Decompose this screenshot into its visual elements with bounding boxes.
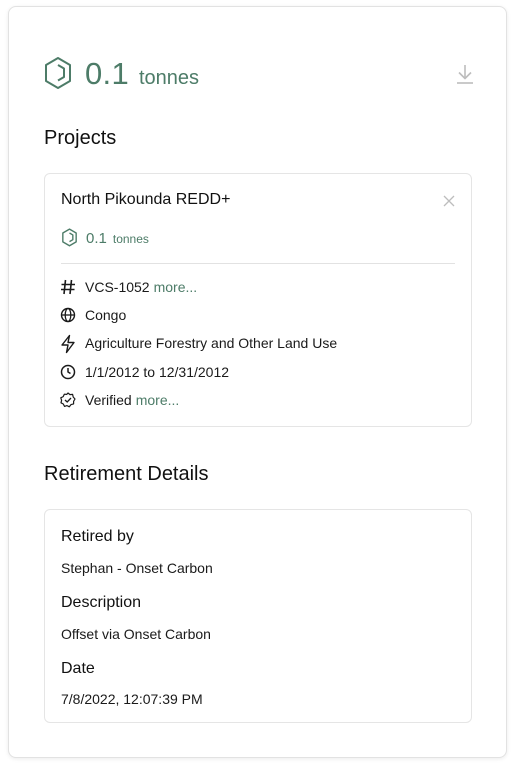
description-label: Description (61, 594, 142, 611)
date-label: Date (61, 660, 95, 677)
project-name: North Pikounda REDD+ (61, 191, 231, 208)
project-status-more-link[interactable]: more... (136, 392, 180, 408)
project-category: Agriculture Forestry and Other Land Use (85, 335, 338, 351)
project-id-more-link[interactable]: more... (154, 279, 198, 295)
verified-badge-icon (59, 391, 77, 409)
divider (61, 263, 455, 264)
project-amount-unit: tonnes (112, 232, 149, 246)
lightning-icon (59, 334, 77, 354)
retirement-details-title: Retirement Details (44, 463, 209, 485)
hexagon-cube-icon (43, 56, 73, 92)
retired-by-value: Stephan - Onset Carbon (61, 560, 213, 576)
projects-title: Projects (44, 127, 117, 149)
project-amount: 0.1 tonnes (61, 228, 149, 248)
hash-icon (59, 278, 77, 296)
project-id: VCS-1052 (85, 279, 150, 295)
project-period: 1/1/2012 to 12/31/2012 (85, 364, 230, 380)
project-category-row: Agriculture Forestry and Other Land Use (59, 334, 338, 354)
amount-header: 0.1 tonnes (43, 49, 476, 99)
close-icon[interactable] (443, 194, 455, 207)
retirement-card: 0.1 tonnes Projects North Pikounda REDD+ (8, 6, 507, 758)
retired-unit: tonnes (139, 66, 200, 89)
download-icon[interactable] (454, 62, 476, 86)
project-card: North Pikounda REDD+ 0.1 tonnes VCS-1052… (44, 173, 472, 427)
project-country-row: Congo (59, 306, 126, 324)
project-status: Verified (85, 392, 132, 408)
project-country: Congo (85, 307, 127, 323)
retirement-details-card: Retired by Stephan - Onset Carbon Descri… (44, 509, 472, 723)
project-status-row: Verified more... (59, 391, 179, 409)
description-value: Offset via Onset Carbon (61, 626, 211, 642)
retired-amount: 0.1 (85, 56, 129, 91)
hexagon-cube-icon (61, 228, 78, 248)
project-period-row: 1/1/2012 to 12/31/2012 (59, 363, 229, 381)
date-value: 7/8/2022, 12:07:39 PM (61, 691, 203, 707)
project-amount-value: 0.1 (86, 229, 107, 247)
project-id-row: VCS-1052 more... (59, 278, 197, 296)
clock-icon (59, 363, 77, 381)
retired-by-label: Retired by (61, 528, 134, 545)
globe-icon (59, 306, 77, 324)
